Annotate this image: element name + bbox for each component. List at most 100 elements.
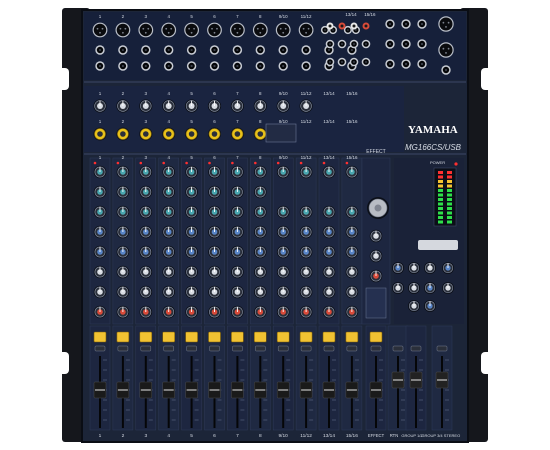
channel-knob[interactable] [231,185,244,199]
fader-knob[interactable] [231,381,244,399]
on-button[interactable] [276,331,290,343]
fader-knob[interactable] [322,381,336,399]
channel-knob[interactable] [299,305,313,319]
stereo-input-jack[interactable] [361,57,371,67]
channel-knob[interactable] [299,225,313,239]
channel-knob[interactable] [162,205,175,219]
comp-knob[interactable] [139,127,153,141]
fader-knob[interactable] [277,381,290,399]
channel-knob[interactable] [116,265,130,279]
channel-knob[interactable] [93,185,107,199]
channel-knob[interactable] [299,285,313,299]
line-input-jack[interactable] [118,45,128,55]
channel-knob[interactable] [116,205,130,219]
line-input-jack[interactable] [278,45,288,55]
channel-knob[interactable] [93,245,107,259]
pfl-button[interactable] [94,345,106,352]
channel-knob[interactable] [208,205,221,219]
pfl-button[interactable] [436,345,448,352]
channel-knob[interactable] [253,265,267,279]
line-input-jack[interactable] [255,45,265,55]
on-button[interactable] [345,331,359,343]
channel-knob[interactable] [322,165,336,179]
channel-knob[interactable] [185,225,198,239]
line-input-jack[interactable] [141,45,151,55]
channel-knob[interactable] [162,265,175,279]
channel-knob[interactable] [162,285,175,299]
channel-knob[interactable] [276,165,290,179]
channel-knob[interactable] [299,245,313,259]
channel-knob[interactable] [276,245,290,259]
channel-knob[interactable] [185,285,198,299]
master-knob[interactable] [442,262,454,274]
channel-knob[interactable] [162,305,175,319]
gain-knob-ch2[interactable] [116,99,130,113]
channel-knob[interactable] [139,225,153,239]
on-button[interactable] [254,331,267,343]
stereo-out-xlr-r[interactable] [438,42,454,58]
channel-knob[interactable] [231,305,244,319]
channel-knob[interactable] [185,185,198,199]
fader-knob[interactable] [435,371,449,389]
line-input-jack[interactable] [164,45,174,55]
pfl-button[interactable] [117,345,129,352]
comp-knob[interactable] [185,127,199,141]
channel-knob[interactable] [208,185,221,199]
channel-knob[interactable] [322,205,336,219]
channel-knob[interactable] [116,305,130,319]
channel-knob[interactable] [299,205,313,219]
output-jack[interactable] [417,39,427,49]
comp-knob[interactable] [208,127,221,141]
on-button[interactable] [299,331,313,343]
channel-knob[interactable] [231,165,244,179]
channel-knob[interactable] [93,165,107,179]
channel-knob[interactable] [208,305,221,319]
effect-knob[interactable] [369,249,383,263]
channel-knob[interactable] [162,185,175,199]
output-jack[interactable] [401,39,411,49]
pfl-button[interactable] [392,345,404,352]
gain-knob-ch7[interactable] [230,99,244,113]
master-knob[interactable] [424,262,436,274]
xlr-input-ch5[interactable] [184,22,200,38]
pfl-button[interactable] [370,345,382,352]
channel-knob[interactable] [162,245,175,259]
channel-knob[interactable] [208,225,221,239]
master-knob[interactable] [392,262,404,274]
line-input-jack[interactable] [301,45,311,55]
xlr-input-ch6[interactable] [207,22,222,38]
pfl-button[interactable] [278,345,289,352]
on-button[interactable] [369,331,383,343]
channel-knob[interactable] [345,305,359,319]
effect-knob[interactable] [369,229,383,243]
channel-knob[interactable] [322,225,336,239]
channel-knob[interactable] [276,225,290,239]
channel-knob[interactable] [345,285,359,299]
fader-knob[interactable] [116,381,130,399]
comp-knob[interactable] [230,127,244,141]
pfl-button[interactable] [209,345,220,352]
comp-knob[interactable] [93,127,107,141]
effect-knob[interactable] [369,269,383,283]
on-button[interactable] [185,331,198,343]
channel-knob[interactable] [208,285,221,299]
master-knob[interactable] [424,282,436,294]
pfl-button[interactable] [346,345,358,352]
channel-knob[interactable] [276,205,290,219]
xlr-input-ch2[interactable] [115,22,131,38]
channel-knob[interactable] [345,245,359,259]
stereo-out-xlr-l[interactable] [438,16,454,32]
channel-knob[interactable] [208,265,221,279]
fader-knob[interactable] [345,381,359,399]
xlr-input-ch4[interactable] [161,22,177,38]
on-button[interactable] [208,331,221,343]
output-jack[interactable] [385,39,395,49]
channel-knob[interactable] [253,285,267,299]
xlr-input-ch8[interactable] [252,22,268,38]
channel-knob[interactable] [276,265,290,279]
comp-knob[interactable] [162,127,176,141]
channel-knob[interactable] [231,265,244,279]
channel-knob[interactable] [231,245,244,259]
pfl-button[interactable] [140,345,152,352]
xlr-input-ch3[interactable] [138,22,154,38]
